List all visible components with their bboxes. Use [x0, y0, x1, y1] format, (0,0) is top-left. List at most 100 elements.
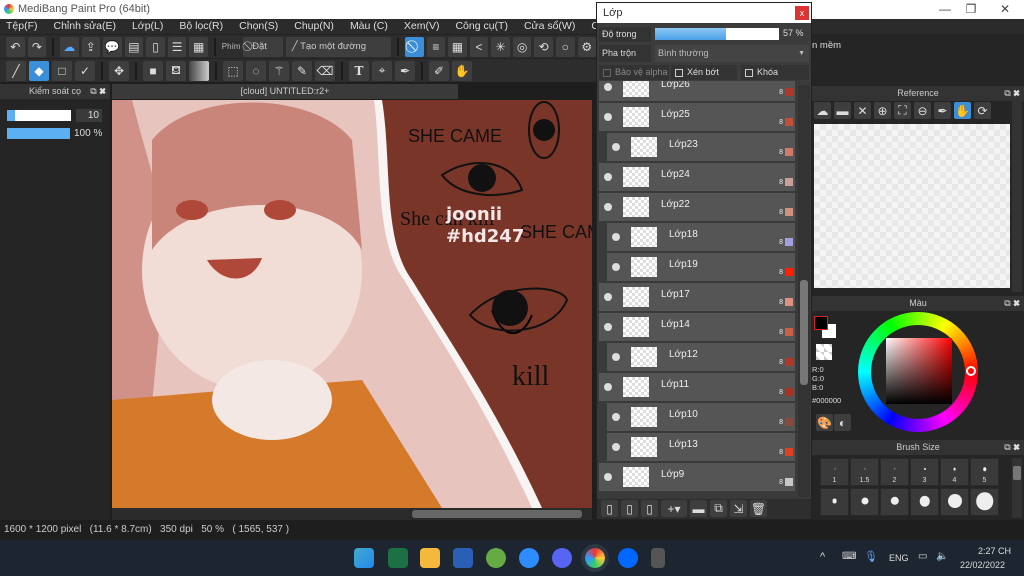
- excel-icon[interactable]: [388, 548, 408, 568]
- app-icon[interactable]: [486, 548, 506, 568]
- visibility-icon[interactable]: [612, 263, 620, 271]
- folder-icon[interactable]: ▬: [690, 500, 707, 517]
- zalo-icon[interactable]: [618, 548, 638, 568]
- scroll-thumb[interactable]: [412, 510, 582, 518]
- add-layer-menu-icon[interactable]: +▾: [661, 500, 687, 517]
- undo-button[interactable]: ↶: [6, 36, 25, 57]
- new-1bit-layer-icon[interactable]: ▯: [641, 500, 658, 517]
- horizontal-scrollbar[interactable]: [112, 508, 592, 520]
- zoom-out-icon[interactable]: ⊖: [914, 102, 931, 119]
- zoom-icon[interactable]: [519, 548, 539, 568]
- close-icon[interactable]: x: [795, 6, 809, 20]
- hand-tool-icon[interactable]: ✋: [452, 60, 472, 81]
- dot-tool-icon[interactable]: ✓: [75, 60, 95, 81]
- duplicate-layer-icon[interactable]: ⧉: [710, 500, 727, 517]
- panel-float-close-icons[interactable]: ⧉ ✖: [1004, 86, 1020, 101]
- blend-mode-select[interactable]: Bình thường ▼: [655, 45, 809, 62]
- visibility-icon[interactable]: [612, 353, 620, 361]
- windows-start-icon[interactable]: [354, 548, 374, 568]
- file-explorer-icon[interactable]: [420, 548, 440, 568]
- magic-wand-icon[interactable]: ⚚: [269, 60, 289, 81]
- layer-row[interactable]: Lớp18 8: [607, 223, 795, 252]
- merge-layer-icon[interactable]: ⇲: [730, 500, 747, 517]
- menu-item[interactable]: Bộ lọc(R): [179, 19, 223, 34]
- visibility-icon[interactable]: [612, 443, 620, 451]
- word-icon[interactable]: [453, 548, 473, 568]
- canvas-tab[interactable]: [cloud] UNTITLED:r2+: [112, 84, 458, 99]
- close-reference-icon[interactable]: ✕: [854, 102, 871, 119]
- brush-size-option[interactable]: 1: [820, 458, 849, 486]
- visibility-icon[interactable]: [604, 83, 612, 91]
- clock-date[interactable]: 22/02/2022: [960, 560, 1005, 570]
- menu-item[interactable]: Tệp(F): [6, 19, 38, 34]
- layer-row[interactable]: Lớp13 8: [607, 433, 795, 462]
- parallel-snap-icon[interactable]: ≡: [426, 36, 446, 57]
- menu-item[interactable]: Chụp(N): [294, 19, 334, 34]
- layer-opacity-slider[interactable]: [655, 28, 779, 40]
- circle-snap-icon[interactable]: ○: [555, 36, 575, 57]
- straight-line-button[interactable]: ╱ Tạo một đường thẳng: [285, 36, 392, 72]
- layer-panel-header[interactable]: Lớp x: [597, 3, 811, 23]
- brush-size-option[interactable]: 2: [880, 458, 909, 486]
- brush-size-option[interactable]: [910, 488, 939, 516]
- open-folder-icon[interactable]: ▬: [834, 102, 851, 119]
- visibility-icon[interactable]: [612, 233, 620, 241]
- brush-size-option[interactable]: [820, 488, 849, 516]
- visibility-icon[interactable]: [612, 413, 620, 421]
- layer-row[interactable]: Lớp23 8: [607, 133, 795, 162]
- brush-size-option[interactable]: [850, 488, 879, 516]
- brush-size-scrollbar[interactable]: [1012, 458, 1022, 518]
- visibility-icon[interactable]: [604, 383, 612, 391]
- visibility-icon[interactable]: [604, 113, 612, 121]
- layer-scrollbar[interactable]: [798, 85, 810, 497]
- brush-size-value[interactable]: 10: [76, 109, 102, 122]
- close-window-button[interactable]: ✕: [990, 2, 1020, 16]
- layer-row[interactable]: Lớp12 8: [607, 343, 795, 372]
- brush-size-option[interactable]: [970, 488, 999, 516]
- select-tool-icon[interactable]: ⬚: [223, 60, 243, 81]
- hand-icon[interactable]: ✋: [954, 102, 971, 119]
- menu-item[interactable]: Màu (C): [350, 19, 388, 34]
- share-icon[interactable]: ⇪: [81, 36, 101, 57]
- move-tool-icon[interactable]: ✥: [109, 60, 129, 81]
- layer-row[interactable]: Lớp14 8: [599, 313, 795, 342]
- panel-float-close-icons[interactable]: ⧉ ✖: [1004, 296, 1020, 311]
- bucket-tool-icon[interactable]: ⛾: [166, 60, 186, 81]
- menu-item[interactable]: Chọn(S): [239, 19, 278, 34]
- menu-item[interactable]: Công cụ(T): [455, 19, 508, 34]
- medibang-taskbar-icon[interactable]: [581, 544, 609, 572]
- menu-item[interactable]: Cửa sổ(W): [524, 19, 575, 34]
- curve-snap-icon[interactable]: ⟲: [534, 36, 553, 57]
- layer-row[interactable]: Lớp10 8: [607, 403, 795, 432]
- brush-tool-icon[interactable]: ╱: [6, 60, 26, 81]
- cloud-save-button[interactable]: ☁: [59, 36, 79, 57]
- lasso-tool-icon[interactable]: ◌: [246, 60, 266, 81]
- operation-tool-icon[interactable]: ⌖: [372, 60, 392, 81]
- language-indicator[interactable]: ENG: [889, 553, 909, 563]
- saturation-value-square[interactable]: [886, 338, 952, 404]
- page-icon[interactable]: ▯: [146, 36, 165, 57]
- pen-icon[interactable]: ✐: [429, 60, 449, 81]
- protect-alpha-checkbox[interactable]: Bảo vệ alpha: [599, 65, 669, 80]
- color-history-icon[interactable]: ◐: [834, 414, 851, 431]
- radial-snap-icon[interactable]: ✳: [491, 36, 510, 57]
- network-icon[interactable]: ▭: [918, 551, 927, 562]
- text-tool-icon[interactable]: T: [349, 60, 369, 81]
- layer-row[interactable]: Lớp22 8: [599, 193, 795, 222]
- brush-size-option[interactable]: [880, 488, 909, 516]
- layer-row[interactable]: Lớp26 8: [599, 81, 795, 102]
- brush-size-option[interactable]: [940, 488, 969, 516]
- scroll-thumb[interactable]: [800, 280, 808, 385]
- select-pen-icon[interactable]: ✎: [292, 60, 312, 81]
- clipping-checkbox[interactable]: Xén bớt: [671, 65, 737, 80]
- foreground-color-swatch[interactable]: [814, 316, 828, 330]
- layer-row[interactable]: Lớp24 8: [599, 163, 795, 192]
- fit-icon[interactable]: ⛶: [894, 102, 911, 119]
- visibility-icon[interactable]: [604, 323, 612, 331]
- reset-snap-button[interactable]: ⃠ Đặt lại: [243, 36, 283, 72]
- volume-icon[interactable]: 🔈: [936, 551, 948, 562]
- new-8bit-layer-icon[interactable]: ▯: [621, 500, 638, 517]
- rotate-icon[interactable]: ⟳: [974, 102, 991, 119]
- new-layer-icon[interactable]: ▯: [601, 500, 618, 517]
- grid-snap-icon[interactable]: ▦: [448, 36, 467, 57]
